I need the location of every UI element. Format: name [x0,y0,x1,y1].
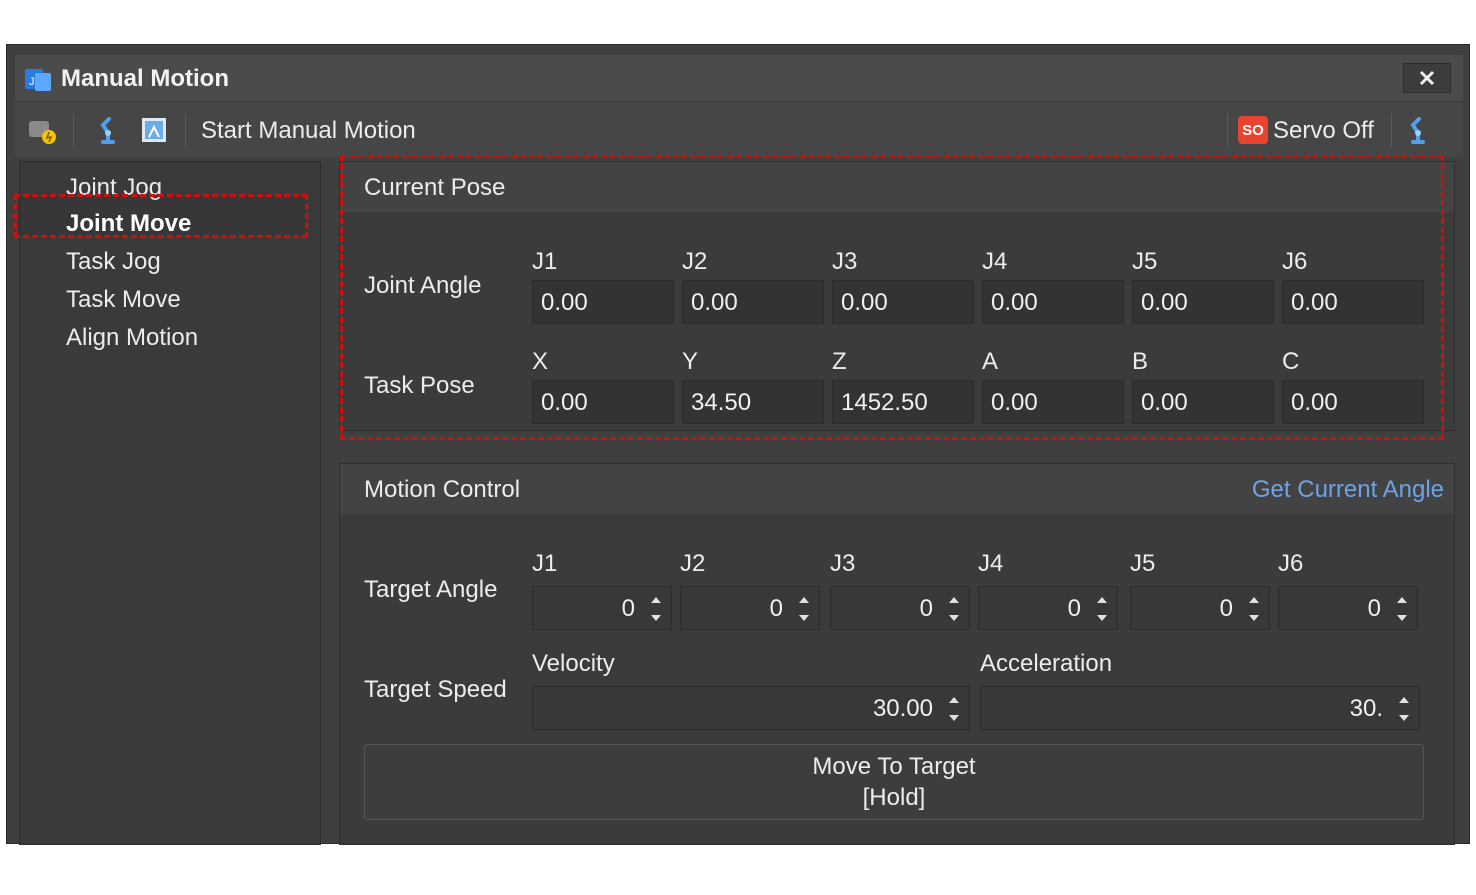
servo-off-button[interactable]: Servo Off [1273,117,1374,145]
target-j4-spinbox[interactable]: 0 [978,586,1118,630]
motion-control-panel: Motion Control Get Current Angle Target … [339,463,1455,845]
spin-arrows-icon[interactable] [947,593,961,625]
spin-arrows-icon[interactable] [1397,693,1411,725]
target-j5-spinbox[interactable]: 0 [1130,586,1270,630]
spin-arrows-icon[interactable] [947,693,961,725]
spin-value: 0 [1219,595,1233,622]
move-to-target-button[interactable]: Move To Target [Hold] [364,744,1424,820]
connect-icon[interactable] [27,115,57,145]
robot-arm-icon[interactable] [93,115,123,145]
toolbar: Start Manual Motion SO Servo Off [15,103,1463,157]
close-button[interactable] [1403,63,1451,93]
target-joint-header: J5 [1130,550,1156,577]
sidebar-item-align-motion[interactable]: Align Motion [66,324,198,352]
target-joint-header: J6 [1278,550,1304,577]
spin-value: 0 [919,595,933,622]
title-bar: J Manual Motion [15,55,1463,101]
acceleration-spinbox[interactable]: 30. [980,686,1420,730]
spin-arrows-icon[interactable] [1395,593,1409,625]
svg-text:J: J [29,76,35,88]
target-joint-header: J4 [978,550,1004,577]
robot-arm-icon[interactable] [1403,115,1433,145]
motion-control-title: Motion Control [364,476,521,503]
spin-value: 0 [1367,595,1381,622]
target-j3-spinbox[interactable]: 0 [830,586,970,630]
target-joint-header: J3 [830,550,856,577]
target-j6-spinbox[interactable]: 0 [1278,586,1418,630]
target-joint-header: J2 [680,550,706,577]
spin-value: 30.00 [872,695,933,722]
get-current-angle-link[interactable]: Get Current Angle [1252,476,1444,504]
frame-icon[interactable] [139,115,169,145]
motion-mode-list: Joint Jog Joint Move Task Jog Task Move … [14,161,321,845]
spin-value: 0 [769,595,783,622]
spin-value: 0 [1067,595,1081,622]
target-j2-spinbox[interactable]: 0 [680,586,820,630]
spin-value: 0 [621,595,635,622]
spin-value: 30. [1349,695,1383,722]
servo-off-icon: SO [1238,116,1268,144]
move-button-label: Move To Target [812,753,976,780]
start-manual-motion-button[interactable]: Start Manual Motion [201,117,416,145]
sidebar-item-task-move[interactable]: Task Move [66,286,181,314]
app-icon: J [25,69,51,91]
spin-arrows-icon[interactable] [797,593,811,625]
sidebar-item-task-jog[interactable]: Task Jog [66,248,161,276]
velocity-spinbox[interactable]: 30.00 [532,686,970,730]
target-joint-header: J1 [532,550,558,577]
spin-arrows-icon[interactable] [1095,593,1109,625]
target-speed-label: Target Speed [364,676,507,703]
acceleration-label: Acceleration [980,650,1113,677]
target-angle-label: Target Angle [364,576,498,603]
move-button-hold-label: [Hold] [862,784,926,811]
velocity-label: Velocity [532,650,615,677]
sidebar-item-joint-move[interactable]: Joint Move [66,210,191,238]
spin-arrows-icon[interactable] [1247,593,1261,625]
target-j1-spinbox[interactable]: 0 [532,586,672,630]
close-icon [1419,70,1435,86]
current-pose-highlight [340,155,1444,440]
spin-arrows-icon[interactable] [649,593,663,625]
window-title: Manual Motion [61,65,229,92]
